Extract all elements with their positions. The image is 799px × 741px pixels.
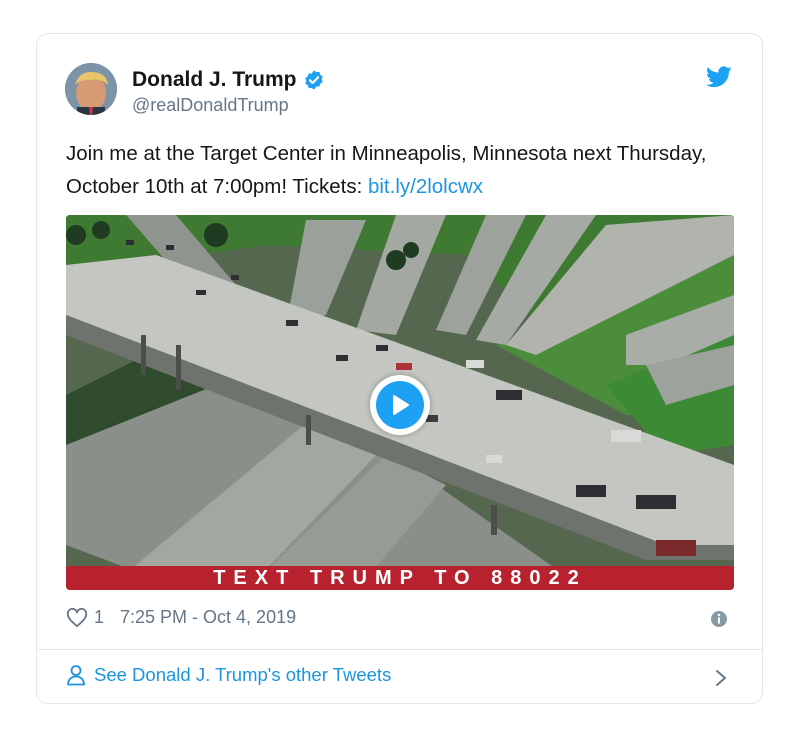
tickets-link[interactable]: bit.ly/2lolcwx <box>368 175 483 198</box>
play-button-inner <box>376 381 424 429</box>
other-tweets-link[interactable]: See Donald J. Trump's other Tweets <box>66 664 391 686</box>
tweet-timestamp[interactable]: 7:25 PM - Oct 4, 2019 <box>120 607 296 628</box>
video-thumbnail[interactable]: TEXT TRUMP TO 88022 <box>66 215 734 590</box>
like-count[interactable]: 1 <box>94 607 104 628</box>
verified-badge-icon <box>304 70 323 90</box>
video-banner: TEXT TRUMP TO 88022 <box>66 566 734 590</box>
heart-icon[interactable] <box>66 607 88 628</box>
divider <box>37 649 762 650</box>
play-button[interactable] <box>370 375 430 435</box>
info-icon[interactable] <box>710 610 728 628</box>
display-name[interactable]: Donald J. Trump <box>132 68 297 92</box>
tweet-meta: 1 7:25 PM - Oct 4, 2019 <box>66 607 296 628</box>
tweet-card: Donald J. Trump @realDonaldTrump Join me… <box>36 33 763 704</box>
other-tweets-label[interactable]: See Donald J. Trump's other Tweets <box>94 664 391 686</box>
avatar[interactable] <box>65 63 117 115</box>
author-handle[interactable]: @realDonaldTrump <box>132 95 289 116</box>
tweet-text: Join me at the Target Center in Minneapo… <box>66 137 746 203</box>
twitter-bird-icon[interactable] <box>706 66 732 88</box>
author-name-row[interactable]: Donald J. Trump <box>132 68 325 92</box>
avatar-image <box>65 63 117 115</box>
play-icon <box>393 395 409 415</box>
chevron-right-icon[interactable] <box>714 668 728 688</box>
person-icon <box>67 665 85 686</box>
